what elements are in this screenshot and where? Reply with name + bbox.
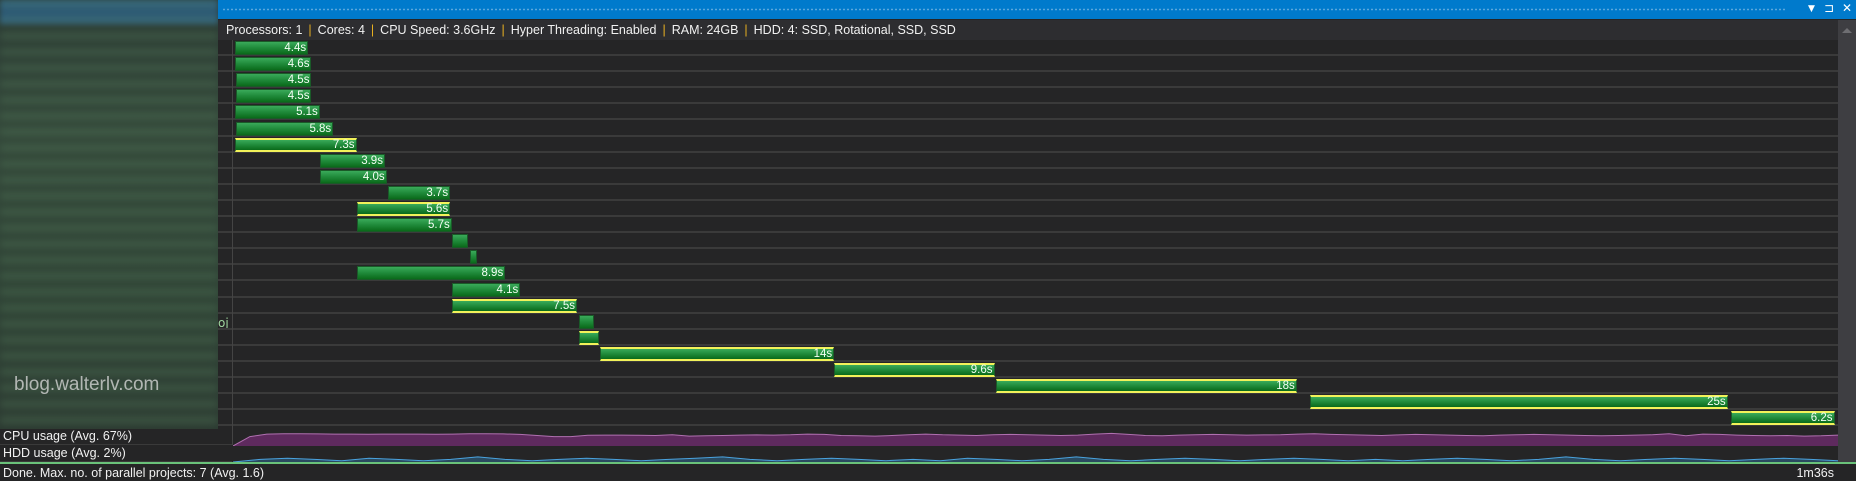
timeline-row: 5.7s [218, 217, 1838, 234]
timeline-row: 5.1s [218, 104, 1838, 121]
project-build-bar[interactable]: 6.2s [1730, 411, 1835, 426]
timeline-row: 8.9s [218, 265, 1838, 282]
header-info-item: RAM: 24GB [671, 23, 739, 37]
project-build-bar[interactable] [578, 330, 599, 345]
timeline-row: 14s [218, 346, 1838, 362]
titlebar-grip [222, 8, 1786, 11]
project-build-bar[interactable]: 14s [600, 346, 835, 361]
project-build-bar[interactable]: 4.4s [234, 41, 309, 55]
cpu-usage-label: CPU usage (Avg. 67%) [0, 429, 232, 445]
header-separator: | [370, 23, 375, 37]
header-info-item: Processors: 1 [226, 23, 303, 37]
header-info-item: HDD: 4: SSD, Rotational, SSD, SSD [753, 23, 956, 37]
timeline-row: 4.5s [218, 72, 1838, 89]
project-build-bar[interactable]: 4.5s [236, 73, 312, 88]
timeline-row [218, 233, 1838, 250]
project-build-bar[interactable]: 7.5s [451, 298, 578, 313]
timeline-row: 3.9s [218, 153, 1838, 169]
solution-sidebar-blurred: blog.walterlv.com [0, 0, 218, 430]
timeline-row: 5.8s [218, 121, 1838, 137]
header-info-item: CPU Speed: 3.6GHz [380, 23, 496, 37]
timeline-row: 7.3s [218, 137, 1838, 153]
project-build-bar[interactable] [451, 234, 469, 249]
timeline-row: 4.0s [218, 169, 1838, 185]
header-separator: | [744, 23, 748, 37]
close-icon[interactable]: ✕ [1842, 1, 1852, 15]
project-build-bar[interactable]: 5.8s [236, 121, 334, 136]
timeline-row [218, 314, 1838, 330]
timeline-row [218, 249, 1838, 266]
project-build-bar[interactable]: 9.6s [834, 363, 995, 377]
timeline-row: 4.6s [218, 56, 1838, 73]
timeline-row: 4.5s [218, 88, 1838, 105]
timeline-axis-line [232, 40, 233, 445]
sidebar-list-blurred [0, 0, 218, 430]
system-info-header: Processors: 1 | Cores: 4 | CPU Speed: 3.6GHz… [218, 20, 1838, 40]
project-build-bar[interactable]: 8.9s [356, 266, 506, 281]
timeline-row [218, 330, 1838, 346]
build-timeline: 4.4s 4.6s 4.5s 4.5s 5.1s 5.8s 7.3s 3.9s 4.0s 3.7s… [218, 40, 1838, 428]
vertical-scrollbar[interactable] [1838, 20, 1856, 462]
pin-icon[interactable]: ⊐ [1824, 1, 1834, 15]
project-build-bar[interactable]: 3.9s [319, 153, 385, 168]
project-build-bar[interactable]: 4.0s [319, 169, 387, 184]
header-info-item: Cores: 4 [317, 23, 365, 37]
timeline-row: 4.1s [218, 282, 1838, 298]
project-build-bar[interactable]: 4.6s [234, 57, 312, 72]
header-separator: | [501, 23, 505, 37]
hdd-usage-label: HDD usage (Avg. 2%) [0, 446, 232, 462]
project-build-bar[interactable]: 5.6s [356, 202, 451, 216]
tool-window-titlebar[interactable]: ▼ ⊐ ✕ [218, 0, 1856, 19]
elapsed-time: 1m36s [1796, 466, 1834, 480]
header-separator: | [662, 23, 666, 37]
timeline-row: 5.6s [218, 201, 1838, 217]
timeline-row: 4.4s [218, 40, 1838, 56]
timeline-row: 18s [218, 378, 1838, 395]
timeline-row: 25s [218, 394, 1838, 411]
cpu-usage-graph [233, 432, 1838, 446]
status-bar: Done. Max. no. of parallel projects: 7 (… [0, 462, 1856, 481]
project-build-bar[interactable]: 5.7s [356, 218, 452, 233]
project-build-bar[interactable]: 4.5s [236, 89, 312, 104]
hdd-usage-graph [233, 456, 1838, 462]
dropdown-arrow-icon[interactable]: ▼ [1808, 4, 1815, 14]
header-separator: | [308, 23, 312, 37]
header-info-item: Hyper Threading: Enabled [510, 23, 657, 37]
timeline-row: 7.5s [218, 298, 1838, 314]
project-build-bar[interactable]: 5.1s [234, 105, 320, 120]
timeline-row: 3.7s [218, 185, 1838, 201]
project-build-bar[interactable]: 7.3s [234, 137, 357, 152]
watermark: blog.walterlv.com [14, 374, 160, 395]
timeline-row: 6.2s [218, 410, 1838, 427]
project-build-bar[interactable]: 3.7s [388, 185, 451, 200]
project-build-bar[interactable]: 25s [1310, 395, 1728, 410]
status-text: Done. Max. no. of parallel projects: 7 (… [3, 466, 265, 480]
project-build-bar[interactable] [578, 314, 594, 329]
project-build-bar[interactable]: 4.1s [451, 282, 521, 297]
timeline-row: 9.6s [218, 362, 1838, 378]
project-build-bar[interactable] [470, 250, 477, 265]
project-build-bar[interactable]: 18s [996, 379, 1297, 394]
scroll-up-arrow-icon[interactable] [1842, 28, 1852, 33]
